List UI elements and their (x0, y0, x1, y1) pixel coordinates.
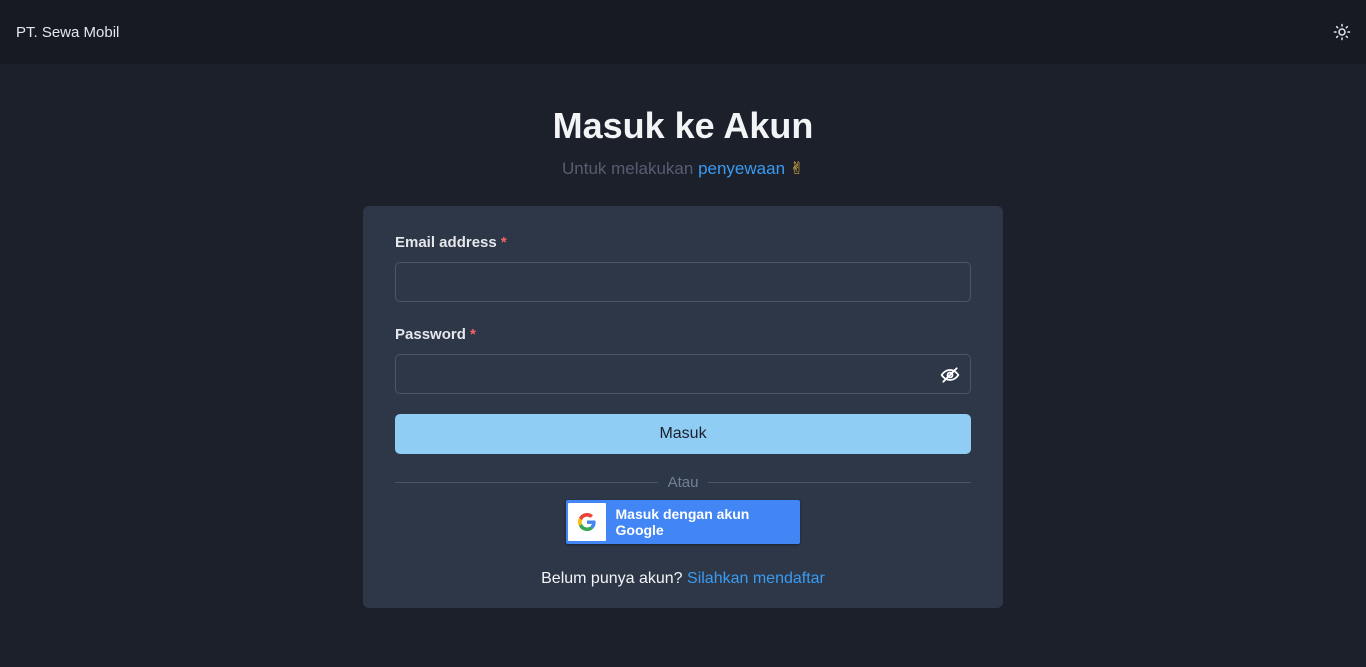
brand-link[interactable]: PT. Sewa Mobil (16, 24, 119, 41)
subtitle-accent: penyewaan (698, 159, 786, 178)
password-label-text: Password (395, 326, 466, 343)
email-label: Email address * (395, 234, 971, 252)
divider-line-left (395, 481, 658, 483)
register-link[interactable]: Silahkan mendaftar (687, 570, 825, 587)
navbar: PT. Sewa Mobil (0, 0, 1366, 64)
password-label: Password * (395, 326, 971, 344)
password-visibility-toggle[interactable] (940, 365, 960, 385)
google-signin-button[interactable]: Masuk dengan akun Google (566, 500, 800, 544)
google-signin-wrap: Masuk dengan akun Google (395, 500, 971, 544)
required-mark: * (470, 326, 476, 343)
required-mark: * (500, 234, 507, 251)
divider: Atau (395, 472, 972, 492)
heading-section: Masuk ke Akun Untuk melakukan penyewaan … (0, 104, 1366, 180)
login-submit-button[interactable]: Masuk (395, 414, 971, 454)
email-field-box (395, 262, 971, 302)
register-prompt: Belum punya akun? Silahkan mendaftar (395, 570, 971, 588)
page-subtitle: Untuk melakukan penyewaan ✌ (0, 158, 1366, 180)
eye-off-icon (940, 367, 960, 383)
page-title: Masuk ke Akun (552, 105, 814, 146)
google-logo-icon (577, 513, 596, 531)
sun-icon (1333, 23, 1351, 41)
google-logo-box (568, 503, 606, 541)
subtitle-prefix: Untuk melakukan (561, 159, 694, 178)
password-field[interactable] (396, 355, 970, 393)
email-field[interactable] (396, 263, 970, 301)
email-label-text: Email address (395, 234, 497, 251)
divider-text: Atau (667, 473, 699, 491)
password-field-box (395, 354, 971, 394)
theme-toggle-button[interactable] (1326, 16, 1358, 48)
login-card: Email address * Password * Masuk Atau Ma… (363, 206, 1003, 608)
victory-hand-icon: ✌ (789, 159, 805, 178)
google-signin-label: Masuk dengan akun Google (615, 506, 750, 538)
divider-line-right (708, 481, 972, 483)
register-prompt-text: Belum punya akun? (541, 570, 683, 587)
